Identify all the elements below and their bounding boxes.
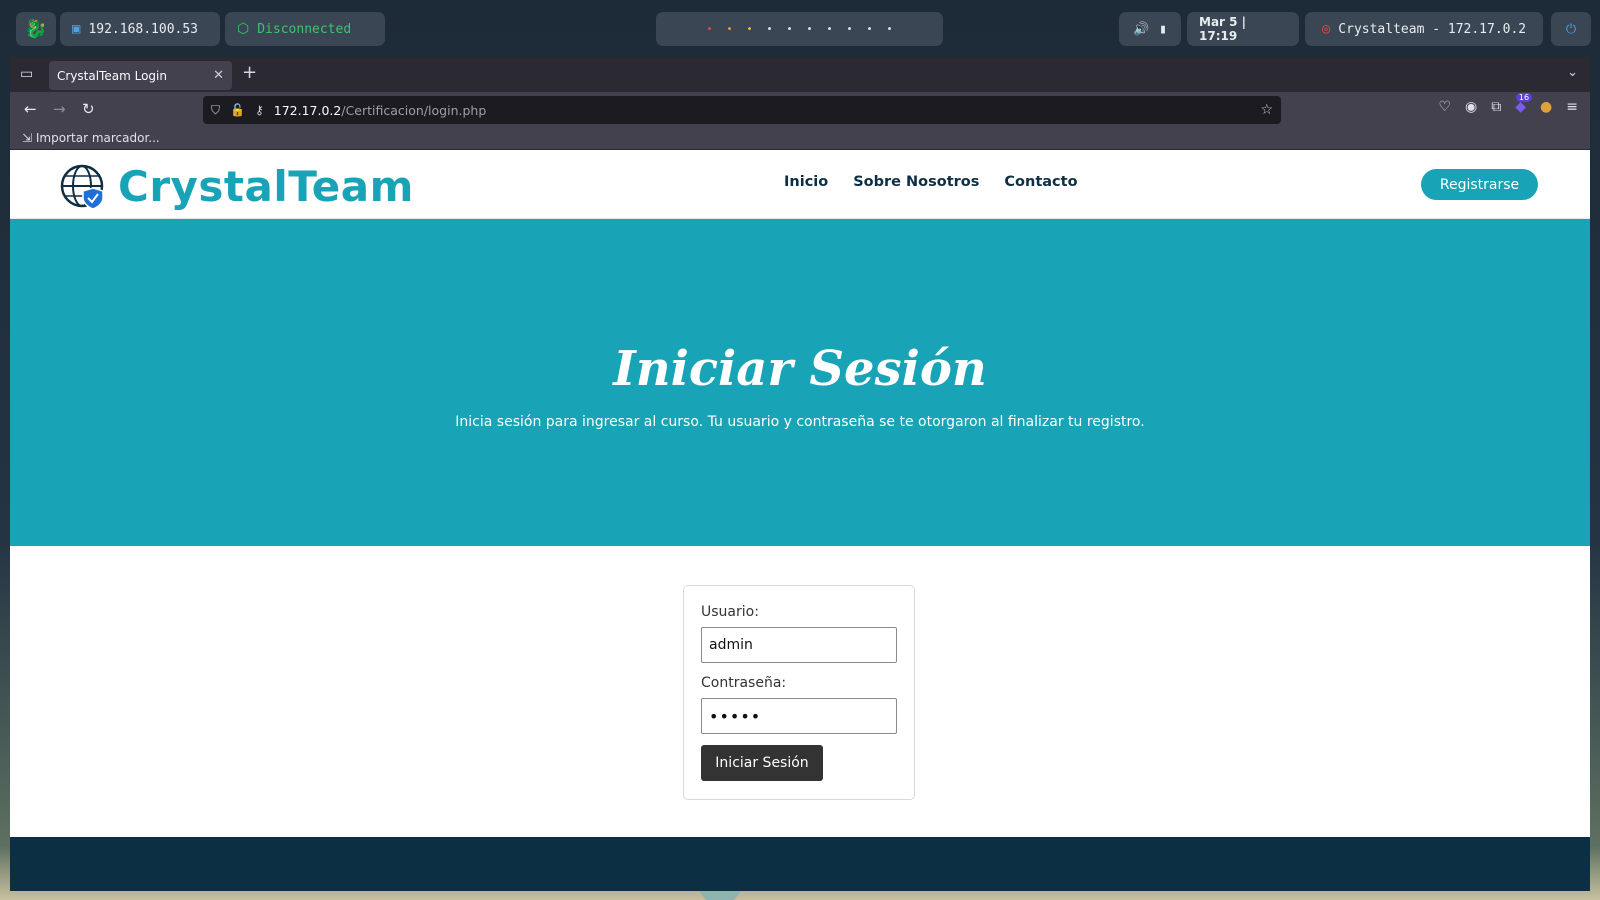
tab-title: CrystalTeam Login: [57, 68, 167, 83]
shield-icon[interactable]: ⛉: [211, 103, 220, 118]
vpn-status-widget[interactable]: ⬡ Disconnected: [225, 12, 385, 46]
register-button[interactable]: Registrarse: [1421, 169, 1538, 200]
brand-name: CrystalTeam: [118, 162, 414, 211]
close-tab-icon[interactable]: ✕: [213, 68, 224, 83]
login-section: Usuario: Contraseña: Iniciar Sesión: [10, 546, 1590, 838]
local-ip-text: 192.168.100.53: [88, 21, 199, 37]
new-tab-icon[interactable]: +: [242, 62, 257, 83]
monitor-icon: ▣: [72, 21, 81, 37]
bookmarks-bar: ⇲ Importar marcador...: [10, 127, 1590, 150]
target-text: Crystalteam - 172.17.0.2: [1338, 21, 1527, 37]
pocket-icon[interactable]: ♡: [1438, 99, 1451, 115]
tab-bar: ▭ CrystalTeam Login ✕ + ⌄: [10, 57, 1590, 92]
kali-dragon-icon: 🐉: [24, 18, 48, 40]
extension-shield-button[interactable]: ◆ 16: [1515, 93, 1533, 115]
tab-crystalteam-login[interactable]: CrystalTeam Login ✕: [49, 61, 232, 90]
browser-window: ▭ CrystalTeam Login ✕ + ⌄ ← → ↻ ⛉ 🔓 ⚷ 17…: [10, 57, 1590, 891]
site-header: CrystalTeam Inicio Sobre Nosotros Contac…: [10, 150, 1590, 219]
back-icon[interactable]: ←: [24, 100, 37, 118]
volume-icon[interactable]: 🔊: [1133, 22, 1149, 37]
hero-subtitle: Inicia sesión para ingresar al curso. Tu…: [455, 414, 1145, 430]
url-bar[interactable]: ⛉ 🔓 ⚷ 172.17.0.2/Certificacion/login.php…: [203, 96, 1281, 124]
power-icon: ⏻: [1565, 21, 1577, 37]
login-submit-button[interactable]: Iniciar Sesión: [701, 745, 823, 781]
reload-icon[interactable]: ↻: [82, 100, 95, 118]
url-path: /Certificacion/login.php: [341, 102, 487, 118]
workspace-1[interactable]: •: [700, 24, 720, 35]
bookmark-star-icon[interactable]: ☆: [1260, 102, 1273, 118]
workspace-9[interactable]: •: [860, 24, 880, 35]
hamburger-menu-icon[interactable]: ≡: [1566, 99, 1578, 115]
brand[interactable]: CrystalTeam: [60, 162, 414, 211]
extension-avatar-icon[interactable]: ●: [1540, 99, 1552, 115]
extension-badge: 16: [1515, 93, 1533, 102]
browser-toolbar: ← → ↻ ⛉ 🔓 ⚷ 172.17.0.2/Certificacion/log…: [10, 92, 1590, 127]
cube-icon: ⬡: [237, 21, 250, 37]
web-page: CrystalTeam Inicio Sobre Nosotros Contac…: [10, 150, 1590, 891]
chevron-down-icon[interactable]: ⌄: [1567, 65, 1578, 80]
key-icon[interactable]: ⚷: [255, 103, 264, 117]
clock-widget[interactable]: Mar 5 | 17:19: [1187, 12, 1299, 46]
workspace-7[interactable]: •: [820, 24, 840, 35]
workspace-3[interactable]: •: [740, 24, 760, 35]
battery-icon[interactable]: ▮: [1159, 22, 1167, 37]
tab-list-icon[interactable]: ▭: [20, 66, 33, 82]
hero-section: Iniciar Sesión Inicia sesión para ingres…: [10, 219, 1590, 546]
login-form: Usuario: Contraseña: Iniciar Sesión: [683, 585, 915, 800]
vpn-status-text: Disconnected: [257, 21, 352, 37]
password-label: Contraseña:: [701, 675, 787, 691]
kali-menu-button[interactable]: 🐉: [16, 12, 56, 46]
local-ip-widget[interactable]: ▣ 192.168.100.53: [60, 12, 220, 46]
import-bookmarks-icon[interactable]: ⇲: [22, 131, 32, 145]
system-tray[interactable]: 🔊 ▮: [1119, 12, 1181, 46]
target-widget[interactable]: ◎ Crystalteam - 172.17.0.2: [1305, 12, 1543, 46]
workspace-switcher[interactable]: • • • • • • • • • •: [656, 12, 943, 46]
workspace-10[interactable]: •: [880, 24, 900, 35]
username-input[interactable]: [701, 627, 897, 663]
nav-link-inicio[interactable]: Inicio: [784, 174, 828, 190]
globe-shield-icon: [60, 164, 104, 210]
workspace-6[interactable]: •: [800, 24, 820, 35]
workspace-2[interactable]: •: [720, 24, 740, 35]
hero-title: Iniciar Sesión: [613, 341, 987, 397]
workspace-4[interactable]: •: [760, 24, 780, 35]
nav-link-contacto[interactable]: Contacto: [1004, 174, 1077, 190]
password-input[interactable]: [701, 698, 897, 734]
url-host: 172.17.0.2: [273, 102, 342, 118]
workspace-8[interactable]: •: [840, 24, 860, 35]
datetime-text: Mar 5 | 17:19: [1199, 15, 1247, 43]
lock-insecure-icon[interactable]: 🔓: [230, 103, 245, 117]
site-footer: [10, 837, 1590, 891]
forward-icon[interactable]: →: [53, 100, 66, 118]
username-label: Usuario:: [701, 604, 759, 620]
import-bookmarks-link[interactable]: Importar marcador...: [36, 131, 160, 145]
site-nav: Inicio Sobre Nosotros Contacto: [784, 174, 1078, 190]
extensions-puzzle-icon[interactable]: ⧉: [1491, 99, 1501, 115]
top-panel: 🐉 ▣ 192.168.100.53 ⬡ Disconnected • • • …: [0, 0, 1600, 58]
extension-icons: ♡ ◉ ⧉ ◆ 16 ● ≡: [1438, 93, 1578, 115]
workspace-5[interactable]: •: [780, 24, 800, 35]
target-icon: ◎: [1321, 21, 1331, 37]
nav-link-sobre-nosotros[interactable]: Sobre Nosotros: [853, 174, 979, 190]
extension-globe-icon[interactable]: ◉: [1465, 99, 1477, 115]
power-button[interactable]: ⏻: [1551, 12, 1591, 46]
